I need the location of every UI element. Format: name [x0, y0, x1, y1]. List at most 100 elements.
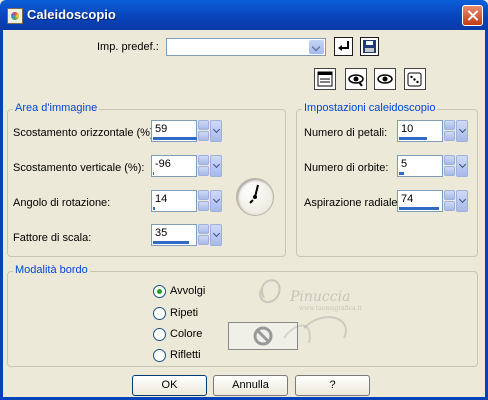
scale-factor-spinner[interactable]: 35 [151, 224, 222, 246]
radial-suction-value: 74 [401, 193, 414, 205]
rotation-angle-level [153, 207, 155, 210]
vertical-offset-spinner[interactable]: -96 [151, 155, 222, 177]
color-radio[interactable] [153, 328, 166, 341]
spin-up-icon[interactable] [444, 120, 455, 130]
scale-factor-label: Fattore di scala: [13, 232, 92, 244]
horizontal-offset-spinner[interactable]: 59 [151, 120, 222, 142]
window-layout-icon [317, 71, 333, 87]
spin-down-icon[interactable] [198, 166, 209, 176]
rotation-angle-label: Angolo di rotazione: [13, 197, 111, 209]
image-area-title: Area d'immagine [13, 102, 100, 114]
edge-mode-group [7, 271, 478, 367]
return-arrow-icon [338, 41, 349, 51]
cancel-button[interactable]: Annulla [213, 375, 288, 396]
scale-factor-value: 35 [155, 227, 168, 239]
spin-up-icon[interactable] [444, 190, 455, 200]
watermark-name: Pinuccia [290, 289, 351, 305]
dial-needle-icon [249, 184, 259, 204]
spin-up-icon[interactable] [198, 155, 209, 165]
radial-suction-dropdown[interactable] [456, 190, 468, 212]
vertical-offset-input[interactable]: -96 [151, 155, 197, 177]
orbits-value: 5 [401, 158, 408, 170]
spin-up-icon[interactable] [444, 155, 455, 165]
color-label: Colore [170, 328, 203, 340]
spin-down-icon[interactable] [198, 201, 209, 211]
eye-icon [348, 74, 364, 87]
scale-factor-dropdown[interactable] [210, 224, 222, 246]
orbits-level [399, 172, 404, 175]
spin-down-icon[interactable] [198, 235, 209, 245]
dialog-options-button[interactable] [314, 68, 336, 90]
orbits-stepper[interactable] [444, 155, 455, 177]
vertical-offset-level [153, 172, 154, 175]
spin-down-icon[interactable] [444, 166, 455, 176]
vertical-offset-value: -96 [155, 158, 171, 170]
petals-stepper[interactable] [444, 120, 455, 142]
spin-up-icon[interactable] [198, 224, 209, 234]
floppy-disk-icon [363, 40, 376, 53]
rotation-angle-input[interactable]: 14 [151, 190, 197, 212]
close-button[interactable] [462, 5, 483, 26]
window-title: Caleidoscopio [27, 7, 116, 22]
repeat-radio[interactable] [153, 307, 166, 320]
preview-toggle-button[interactable] [345, 68, 367, 90]
randomize-button[interactable] [404, 68, 426, 90]
petals-level [399, 137, 427, 140]
radial-suction-label: Aspirazione radiale: [304, 197, 401, 209]
scale-factor-stepper[interactable] [198, 224, 209, 246]
repeat-label: Ripeti [170, 307, 199, 319]
horizontal-offset-stepper[interactable] [198, 120, 209, 142]
orbits-dropdown[interactable] [456, 155, 468, 177]
radial-suction-level [399, 207, 439, 210]
spin-down-icon[interactable] [198, 131, 209, 141]
preset-label: Imp. predef.: [97, 41, 159, 53]
petals-value: 10 [401, 123, 414, 135]
preset-dropdown[interactable] [166, 38, 326, 56]
radial-suction-spinner[interactable]: 74 [397, 190, 468, 212]
kaleidoscope-settings-title: Impostazioni caleidoscopio [302, 102, 438, 114]
scale-factor-level [153, 241, 189, 244]
petals-spinner[interactable]: 10 [397, 120, 468, 142]
app-icon [7, 8, 23, 24]
horizontal-offset-input[interactable]: 59 [151, 120, 197, 142]
help-button[interactable]: ? [295, 375, 370, 396]
reflect-radio[interactable] [153, 349, 166, 362]
petals-input[interactable]: 10 [397, 120, 443, 142]
rotation-angle-dropdown[interactable] [210, 190, 222, 212]
spin-up-icon[interactable] [198, 190, 209, 200]
watermark-site: www.taomagrafica.it [299, 305, 362, 312]
rotation-angle-value: 14 [155, 193, 168, 205]
rotation-angle-stepper[interactable] [198, 190, 209, 212]
wrap-radio[interactable] [153, 285, 166, 298]
save-preset-button[interactable] [360, 37, 379, 56]
wrap-label: Avvolgi [170, 285, 206, 297]
spin-down-icon[interactable] [444, 201, 455, 211]
edge-mode-title: Modalità bordo [13, 264, 90, 276]
spin-down-icon[interactable] [444, 131, 455, 141]
petals-label: Numero di petali: [304, 127, 388, 139]
orbits-spinner[interactable]: 5 [397, 155, 468, 177]
vertical-offset-label: Scostamento verticale (%): [13, 162, 145, 174]
vertical-offset-stepper[interactable] [198, 155, 209, 177]
radial-suction-input[interactable]: 74 [397, 190, 443, 212]
horizontal-offset-label: Scostamento orizzontale (%): [13, 127, 157, 139]
title-bar: Caleidoscopio [0, 0, 488, 30]
spin-up-icon[interactable] [198, 120, 209, 130]
horizontal-offset-dropdown[interactable] [210, 120, 222, 142]
radial-suction-stepper[interactable] [444, 190, 455, 212]
vertical-offset-dropdown[interactable] [210, 155, 222, 177]
orbits-label: Numero di orbite: [304, 162, 389, 174]
chevron-down-icon [309, 40, 324, 54]
eye-icon [377, 74, 393, 84]
dice-icon [407, 72, 422, 87]
scale-factor-input[interactable]: 35 [151, 224, 197, 246]
rotation-angle-spinner[interactable]: 14 [151, 190, 222, 212]
load-preset-button[interactable] [334, 37, 353, 56]
petals-dropdown[interactable] [456, 120, 468, 142]
horizontal-offset-level [153, 137, 197, 140]
orbits-input[interactable]: 5 [397, 155, 443, 177]
reflect-label: Rifletti [170, 349, 201, 361]
ok-button[interactable]: OK [132, 375, 207, 396]
rotation-dial[interactable] [236, 178, 274, 216]
proof-button[interactable] [374, 68, 396, 90]
